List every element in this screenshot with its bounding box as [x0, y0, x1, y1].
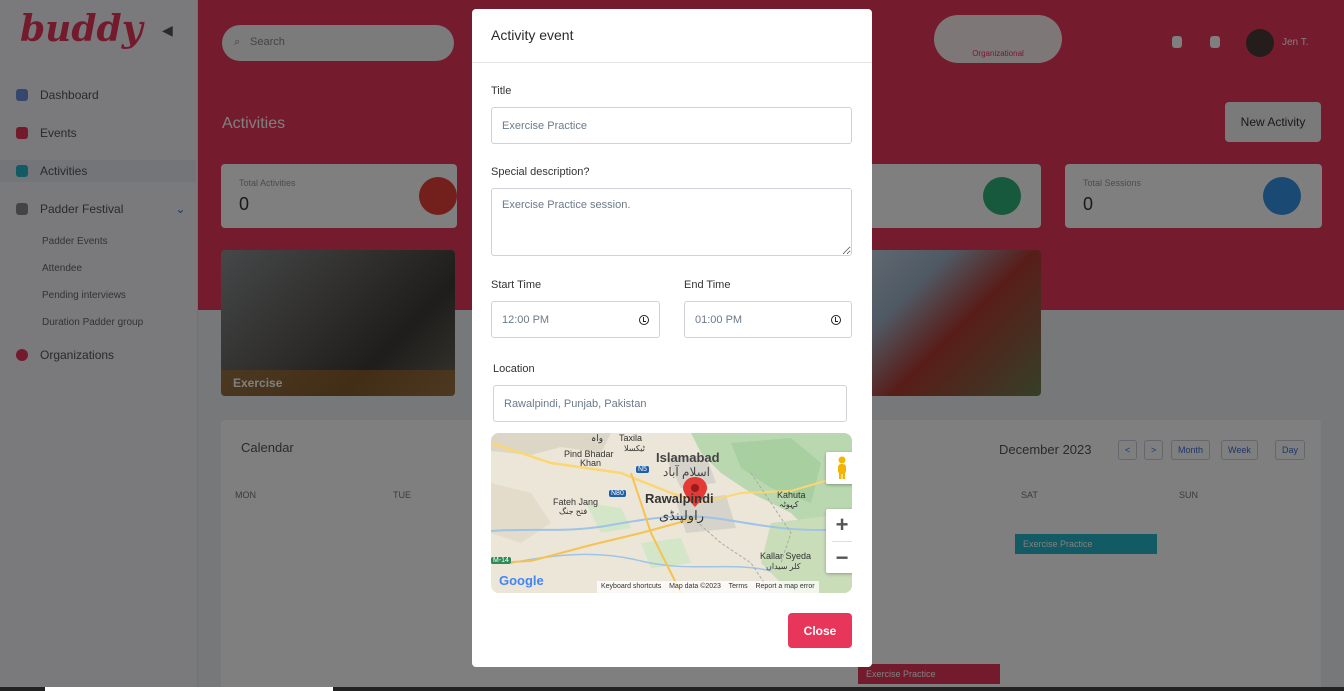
map-label: Kallar Syeda [760, 551, 812, 561]
location-map[interactable]: Islamabad اسلام آباد Rawalpindi راولپنڈی… [491, 433, 852, 593]
road-shield: N80 [609, 490, 626, 497]
modal-header: Activity event [472, 9, 872, 63]
map-label: راولپنڈی [659, 508, 704, 523]
map-label: واہ [591, 433, 604, 443]
activity-event-modal: Activity event Title Exercise Practice S… [472, 9, 872, 667]
start-time-value: 12:00 PM [502, 313, 550, 326]
map-label: Rawalpindi [645, 491, 714, 506]
zoom-out-button[interactable]: − [826, 542, 852, 574]
clock-icon[interactable] [639, 315, 649, 325]
map-label: کلر سیداں [766, 562, 801, 571]
title-input[interactable]: Exercise Practice [491, 107, 852, 144]
end-time-input[interactable]: 01:00 PM [684, 301, 852, 338]
road-shield: M-14 [491, 557, 511, 564]
keyboard-shortcuts-link[interactable]: Keyboard shortcuts [601, 583, 661, 590]
map-attribution: Keyboard shortcuts Map data ©2023 Terms … [597, 581, 819, 593]
end-time-value: 01:00 PM [695, 313, 743, 326]
description-textarea[interactable]: Exercise Practice session. [491, 188, 852, 256]
map-label: ٹیکسلا [624, 444, 645, 453]
start-time-label: Start Time [491, 279, 542, 291]
map-label: فتح جنگ [559, 507, 588, 516]
road-shield: N5 [636, 466, 649, 473]
title-label: Title [491, 85, 512, 97]
map-label: Khan [580, 458, 602, 468]
location-label: Location [493, 363, 535, 375]
map-data-text: Map data ©2023 [669, 583, 721, 590]
street-view-pegman-icon[interactable] [826, 452, 852, 484]
description-label: Special description? [491, 166, 590, 178]
scroll-indicator [0, 687, 1344, 691]
map-label: اسلام آباد [663, 465, 710, 479]
map-zoom-controls: + − [826, 509, 852, 573]
google-logo: Google [499, 573, 544, 588]
close-button[interactable]: Close [788, 613, 852, 648]
map-label: Islamabad [656, 450, 720, 465]
location-input[interactable]: Rawalpindi, Punjab, Pakistan [493, 385, 847, 422]
clock-icon[interactable] [831, 315, 841, 325]
map-label: Kahuta [777, 490, 806, 500]
zoom-in-button[interactable]: + [826, 509, 852, 541]
map-label: Fateh Jang [553, 497, 599, 507]
terms-link[interactable]: Terms [729, 583, 748, 590]
report-map-error-link[interactable]: Report a map error [755, 583, 814, 590]
modal-title: Activity event [491, 27, 574, 43]
map-label: Taxila [619, 433, 643, 443]
map-label: کہوٹہ [779, 500, 799, 509]
start-time-input[interactable]: 12:00 PM [491, 301, 660, 338]
end-time-label: End Time [684, 279, 731, 291]
